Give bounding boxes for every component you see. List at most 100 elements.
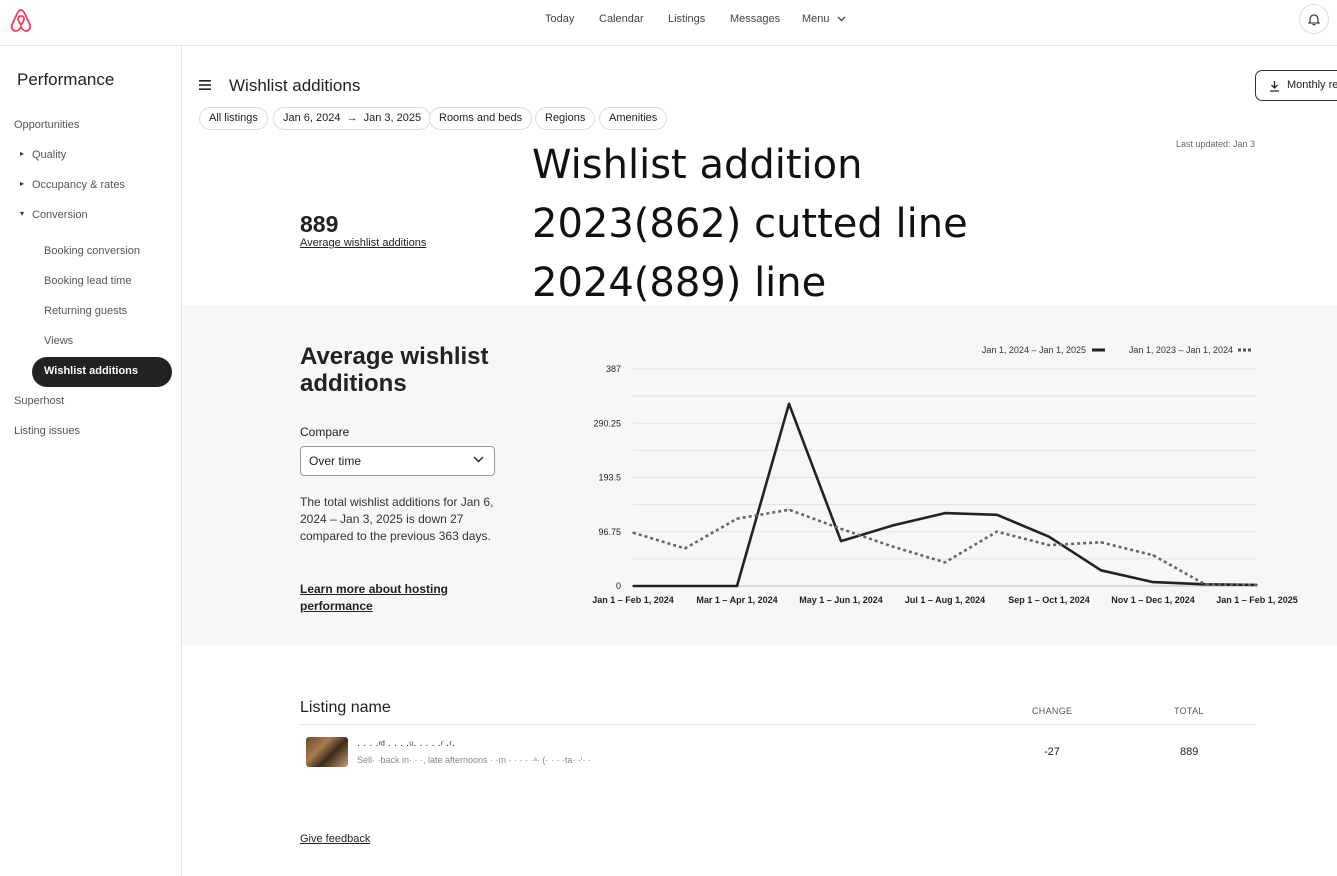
x-tick-label: May 1 – Jun 1, 2024 (799, 595, 883, 605)
sidebar-item-label: Occupancy & rates (32, 179, 125, 191)
data-point (1048, 544, 1050, 546)
annotation-line-2: 2023(862) cutted line (532, 201, 968, 247)
page-title: Wishlist additions (229, 76, 361, 95)
monthly-report-label: Monthly re (1287, 79, 1337, 91)
data-point (684, 547, 686, 550)
x-tick-label: Nov 1 – Dec 1, 2024 (1111, 595, 1195, 605)
data-point (996, 513, 998, 516)
sidebar-item-wishlist-additions[interactable]: Wishlist additions (32, 357, 172, 387)
filter-regions[interactable]: Regions (535, 107, 596, 130)
give-feedback-link[interactable]: Give feedback (300, 833, 370, 845)
wishlist-line-chart: 0 96.75 193.5 290.25 387 Jan 1 – Feb 1, 2024 M… (592, 345, 1298, 605)
sidebar-item-label: Quality (32, 149, 67, 161)
annotation-line-1: Wishlist addition (532, 142, 863, 188)
listing-change-value: -27 (1044, 746, 1060, 758)
table-title: Listing name (300, 699, 391, 716)
x-tick-label: Jan 1 – Feb 1, 2024 (592, 595, 674, 605)
top-navigation-bar: Today Calendar Listings Messages Menu (0, 0, 1337, 46)
summary-label-link[interactable]: Average wishlist additions (300, 237, 426, 249)
x-tick-label: Jul 1 – Aug 1, 2024 (905, 595, 985, 605)
data-point (944, 512, 946, 514)
sidebar-item-quality[interactable]: ▸ Quality (20, 149, 67, 161)
arrow-right-icon: → (346, 112, 358, 124)
data-point (840, 528, 842, 530)
sidebar-item-label: Conversion (32, 209, 88, 221)
date-start: Jan 6, 2024 (283, 112, 341, 124)
nav-calendar[interactable]: Calendar (599, 13, 644, 25)
table-divider (300, 724, 1256, 725)
detail-description: The total wishlist additions for Jan 6, … (300, 495, 494, 543)
chevron-down-icon (837, 16, 846, 22)
listing-thumbnail[interactable] (306, 737, 348, 767)
sidebar-item-booking-conversion[interactable]: Booking conversion (44, 245, 140, 257)
bell-icon (1308, 13, 1320, 25)
sidebar-item-listing-issues[interactable]: Listing issues (14, 425, 80, 437)
sidebar-item-views[interactable]: Views (44, 335, 73, 347)
compare-label: Compare (300, 425, 350, 439)
data-point (788, 402, 790, 405)
data-point (1048, 535, 1050, 538)
sidebar-item-returning-guests[interactable]: Returning guests (44, 305, 127, 317)
data-point (684, 585, 686, 587)
y-tick-label: 290.25 (593, 418, 621, 428)
nav-menu[interactable]: Menu (802, 13, 846, 25)
legend-label-2023: Jan 1, 2023 – Jan 1, 2024 (1129, 345, 1233, 355)
caret-right-icon: ▸ (20, 149, 25, 158)
y-tick-label: 96.75 (598, 527, 621, 537)
sidebar-item-booking-lead-time[interactable]: Booking lead time (44, 275, 131, 287)
monthly-report-button[interactable]: Monthly re (1255, 70, 1337, 101)
sidebar-item-occupancy-rates[interactable]: ▸ Occupancy & rates (20, 179, 125, 191)
data-point (892, 545, 894, 548)
learn-more-link[interactable]: Learn more about hosting performance (300, 581, 470, 615)
data-point (632, 585, 634, 587)
column-header-total: TOTAL (1174, 706, 1204, 716)
listing-total-value: 889 (1180, 746, 1199, 758)
nav-messages[interactable]: Messages (730, 13, 780, 25)
nav-listings[interactable]: Listings (668, 13, 705, 25)
data-point (996, 530, 998, 533)
hamburger-menu-icon[interactable] (199, 80, 211, 90)
y-tick-label: 193.5 (598, 473, 621, 483)
data-point (788, 508, 790, 511)
sidebar-item-opportunities[interactable]: Opportunities (14, 119, 79, 131)
sidebar-title: Performance (17, 70, 115, 89)
filter-rooms-and-beds[interactable]: Rooms and beds (429, 107, 533, 130)
x-tick-label: Jan 1 – Feb 1, 2025 (1216, 595, 1298, 605)
filter-amenities[interactable]: Amenities (599, 107, 668, 130)
data-point (632, 531, 634, 534)
annotation-line-3: 2024(889) line (532, 260, 827, 306)
nav-today[interactable]: Today (545, 13, 574, 25)
listing-name[interactable]: · · · ·ʳᵈ · · · ·ᵘ· · · · ·ʳ ·ʳ· (357, 740, 455, 751)
filter-date-range[interactable]: Jan 6, 2024 → Jan 3, 2025 (273, 107, 432, 130)
x-tick-label: Sep 1 – Oct 1, 2024 (1008, 595, 1090, 605)
filter-all-listings[interactable]: All listings (199, 107, 268, 130)
data-point (1152, 554, 1154, 556)
notifications-button[interactable] (1299, 4, 1329, 34)
chevron-down-icon (473, 456, 484, 463)
data-point (736, 517, 738, 520)
data-point (1100, 569, 1102, 572)
compare-select-value: Over time (309, 454, 362, 468)
download-icon (1270, 81, 1279, 92)
data-point (1100, 541, 1102, 544)
data-point (944, 561, 946, 564)
summary-value: 889 (300, 211, 339, 237)
nav-menu-label: Menu (802, 13, 830, 25)
y-tick-label: 387 (606, 364, 621, 374)
caret-right-icon: ▸ (20, 179, 25, 188)
data-point (736, 585, 738, 587)
airbnb-logo-icon[interactable] (8, 6, 34, 34)
y-tick-label: 0 (616, 581, 621, 591)
series-line-2023 (632, 508, 1258, 587)
sidebar-item-conversion[interactable]: ▾ Conversion (20, 209, 88, 221)
sidebar-item-superhost[interactable]: Superhost (14, 395, 64, 407)
compare-select[interactable]: Over time (300, 446, 495, 476)
caret-down-icon: ▾ (20, 209, 25, 218)
date-end: Jan 3, 2025 (363, 112, 422, 124)
data-point (1152, 581, 1154, 583)
data-point (1256, 584, 1258, 586)
data-point (892, 524, 894, 527)
last-updated-text: Last updated: Jan 3 (1176, 139, 1256, 149)
listing-subtitle: Sell· ·back in· · ·, late afternoons · ·… (357, 755, 591, 765)
data-point (840, 540, 842, 542)
